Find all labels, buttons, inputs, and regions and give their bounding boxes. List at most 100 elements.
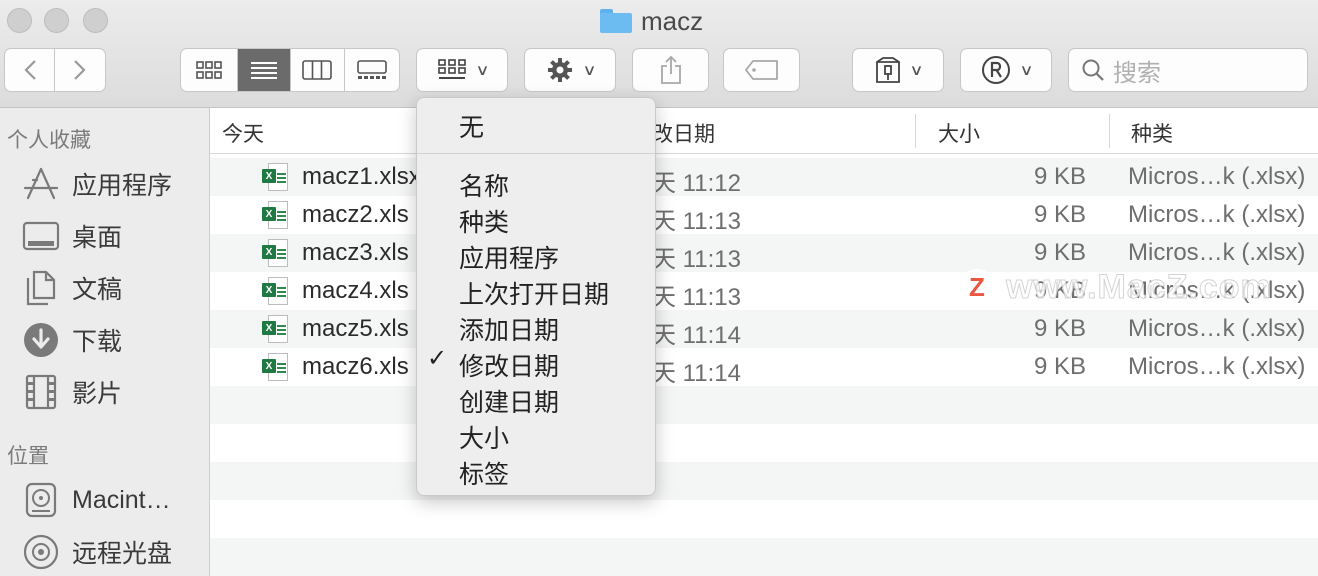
icon-view-icon xyxy=(196,61,223,79)
file-row[interactable]: X macz6.xls 天 11:14 9 KB Micros…k (.xlsx… xyxy=(210,348,1318,387)
list-view-icon xyxy=(251,62,278,79)
menu-item-date-modified[interactable]: 修改日期 xyxy=(459,347,559,383)
sidebar-item-documents[interactable]: 文稿 xyxy=(22,268,122,308)
group-icon xyxy=(437,59,466,79)
menu-item-size[interactable]: 大小 xyxy=(459,419,509,455)
file-date: 天 11:14 xyxy=(652,322,741,349)
excel-file-icon: X xyxy=(262,315,288,345)
sidebar-item-applications[interactable]: 应用程序 xyxy=(22,164,172,204)
file-date: 天 11:12 xyxy=(652,170,741,197)
file-row[interactable]: X macz5.xls 天 11:14 9 KB Micros…k (.xlsx… xyxy=(210,310,1318,349)
file-row[interactable]: X macz3.xls 天 11:13 9 KB Micros…k (.xlsx… xyxy=(210,234,1318,273)
file-name: macz2.xls xyxy=(302,201,409,228)
excel-file-icon: X xyxy=(262,163,288,193)
group-by-menu: 无 名称 种类 应用程序 上次打开日期 添加日期 ✓ 修改日期 创建日期 大小 … xyxy=(416,97,656,496)
archive-icon xyxy=(875,57,900,83)
column-header-size[interactable]: 大小 xyxy=(938,118,980,148)
menu-item-tags[interactable]: 标签 xyxy=(459,455,509,491)
sidebar-item-label: Macint… xyxy=(72,485,171,514)
checkmark-icon: ✓ xyxy=(427,345,448,372)
file-name: macz1.xlsx xyxy=(302,163,421,190)
search-placeholder: 搜索 xyxy=(1113,59,1161,87)
file-name: macz4.xls xyxy=(302,277,409,304)
menu-item-none[interactable]: 无 xyxy=(459,108,484,144)
list-view-button[interactable] xyxy=(238,49,291,91)
column-header-kind[interactable]: 种类 xyxy=(1131,118,1173,148)
tags-button[interactable] xyxy=(723,48,800,92)
empty-row xyxy=(210,500,1318,538)
sidebar-header-locations: 位置 xyxy=(7,445,49,468)
sidebar-item-desktop[interactable]: 桌面 xyxy=(22,216,122,256)
action-button[interactable]: ∨ xyxy=(524,48,616,92)
column-header-date-modified[interactable]: 改日期 xyxy=(652,118,715,148)
menu-item-application[interactable]: 应用程序 xyxy=(459,239,559,275)
gallery-view-icon xyxy=(356,60,387,79)
file-kind: Micros…k (.xlsx) xyxy=(1128,239,1306,266)
column-divider[interactable] xyxy=(915,114,916,148)
close-window-button[interactable] xyxy=(7,8,32,33)
extension-button-2[interactable]: ∨ xyxy=(960,48,1052,92)
watermark-text: www.MacZ.com xyxy=(1006,268,1272,307)
file-name: macz5.xls xyxy=(302,315,409,342)
movies-icon xyxy=(22,373,60,411)
menu-item-kind[interactable]: 种类 xyxy=(459,203,509,239)
menu-separator xyxy=(417,153,655,154)
extension-button-1[interactable]: ∨ xyxy=(852,48,944,92)
search-field[interactable]: 搜索 xyxy=(1068,48,1308,92)
remote-disc-icon xyxy=(22,533,60,571)
empty-row xyxy=(210,386,1318,424)
tag-icon xyxy=(744,60,778,80)
menu-item-date-created[interactable]: 创建日期 xyxy=(459,383,559,419)
excel-file-icon: X xyxy=(262,239,288,269)
group-header-today: 今天 xyxy=(222,123,264,146)
file-size: 9 KB xyxy=(1033,163,1086,190)
file-kind: Micros…k (.xlsx) xyxy=(1128,163,1306,190)
back-button[interactable] xyxy=(5,49,56,91)
hard-drive-icon xyxy=(22,481,60,519)
sidebar-item-label: 应用程序 xyxy=(72,172,173,200)
file-name: macz6.xls xyxy=(302,353,409,380)
file-date: 天 11:14 xyxy=(652,360,741,387)
column-view-button[interactable] xyxy=(291,49,345,91)
column-divider[interactable] xyxy=(1109,114,1110,148)
watermark: Z www.MacZ.com xyxy=(958,268,1272,307)
excel-file-icon: X xyxy=(262,277,288,307)
chevron-right-icon xyxy=(74,60,86,80)
forward-button[interactable] xyxy=(55,49,105,91)
share-button[interactable] xyxy=(632,48,709,92)
sidebar-item-label: 文稿 xyxy=(72,276,123,304)
file-row[interactable]: X macz2.xls 天 11:13 9 KB Micros…k (.xlsx… xyxy=(210,196,1318,235)
menu-item-last-opened[interactable]: 上次打开日期 xyxy=(459,275,609,311)
zoom-window-button[interactable] xyxy=(83,8,108,33)
sidebar-item-remote-disc[interactable]: 远程光盘 xyxy=(22,532,172,572)
column-header: 今天 改日期 大小 种类 xyxy=(210,108,1318,154)
menu-item-name[interactable]: 名称 xyxy=(459,167,509,203)
registered-icon xyxy=(981,56,1010,84)
group-by-button[interactable]: ∨ xyxy=(416,48,508,92)
minimize-window-button[interactable] xyxy=(44,8,69,33)
chevron-down-icon: ∨ xyxy=(581,62,597,79)
sidebar-item-downloads[interactable]: 下载 xyxy=(22,320,122,360)
file-size: 9 KB xyxy=(1033,239,1086,266)
file-size: 9 KB xyxy=(1033,201,1086,228)
file-kind: Micros…k (.xlsx) xyxy=(1128,201,1306,228)
file-date: 天 11:13 xyxy=(652,284,741,311)
sidebar-item-movies[interactable]: 影片 xyxy=(22,372,122,412)
sidebar-item-label: 影片 xyxy=(72,380,123,408)
gallery-view-button[interactable] xyxy=(345,49,400,91)
file-size: 9 KB xyxy=(1033,353,1086,380)
share-icon xyxy=(660,55,681,84)
file-row[interactable]: X macz1.xlsx 天 11:12 9 KB Micros…k (.xls… xyxy=(210,158,1318,197)
menu-item-date-added[interactable]: 添加日期 xyxy=(459,311,559,347)
search-icon xyxy=(1082,59,1104,81)
sidebar-item-label: 桌面 xyxy=(72,224,123,252)
sidebar: 个人收藏 应用程序 桌面 文稿 下载 影片 位置 Macint… 远程光盘 xyxy=(0,108,210,576)
file-kind: Micros…k (.xlsx) xyxy=(1128,353,1306,380)
empty-row xyxy=(210,462,1318,500)
icon-view-button[interactable] xyxy=(181,49,239,91)
window-title-text: macz xyxy=(641,5,704,36)
file-kind: Micros…k (.xlsx) xyxy=(1128,315,1306,342)
empty-row xyxy=(210,538,1318,576)
sidebar-item-macintosh-hd[interactable]: Macint… xyxy=(22,480,171,520)
chevron-down-icon: ∨ xyxy=(908,62,924,79)
